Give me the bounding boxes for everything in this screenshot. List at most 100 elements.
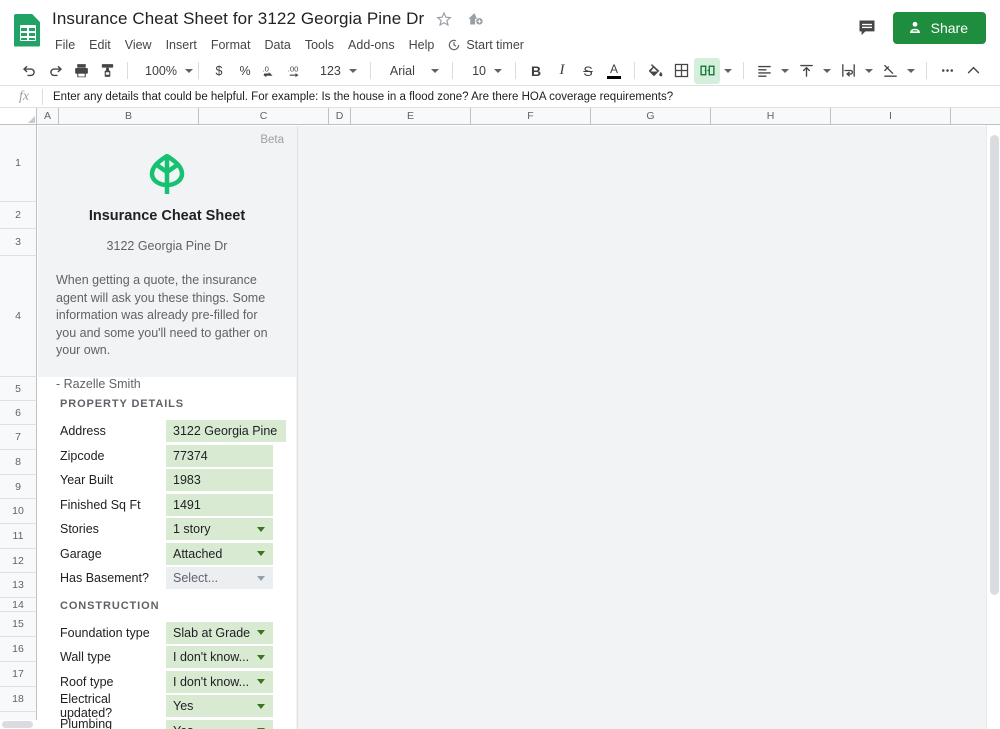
text-rotation-button[interactable]	[877, 58, 903, 84]
row-header-15[interactable]: 15	[0, 612, 37, 637]
fill-color-button[interactable]	[642, 58, 668, 84]
document-title[interactable]: Insurance Cheat Sheet for 3122 Georgia P…	[52, 9, 424, 29]
undo-icon[interactable]	[16, 58, 42, 84]
row-header-13[interactable]: 13	[0, 573, 37, 598]
chevron-down-icon[interactable]	[781, 68, 789, 73]
menu-edit[interactable]: Edit	[82, 36, 118, 54]
field-input[interactable]: 77374	[166, 444, 273, 467]
column-header-j[interactable]: J	[951, 108, 1000, 125]
more-options-button[interactable]	[934, 58, 960, 84]
row-header-8[interactable]: 8	[0, 450, 37, 475]
field-input[interactable]: 1491	[166, 493, 273, 516]
field-value-text: I don't know...	[173, 674, 250, 689]
spreadsheet-grid: ABCDEFGHIJ 12345678910111213141516171819…	[0, 108, 1000, 729]
move-to-drive-icon[interactable]	[464, 8, 486, 30]
menu-tools[interactable]: Tools	[298, 36, 341, 54]
field-select[interactable]: Yes	[166, 719, 273, 729]
menu-format[interactable]: Format	[204, 36, 258, 54]
field-input[interactable]: 3122 Georgia Pine Dr	[166, 420, 286, 443]
row-header-12[interactable]: 12	[0, 549, 37, 573]
chevron-down-icon[interactable]	[865, 68, 873, 73]
column-header-g[interactable]: G	[591, 108, 711, 125]
select-all-button[interactable]	[0, 108, 37, 125]
row-header-11[interactable]: 11	[0, 524, 37, 549]
row-header-7[interactable]: 7	[0, 425, 37, 450]
column-header-c[interactable]: C	[199, 108, 329, 125]
borders-button[interactable]	[668, 58, 694, 84]
row-header-10[interactable]: 10	[0, 499, 37, 524]
column-header-h[interactable]: H	[711, 108, 831, 125]
column-header-f[interactable]: F	[471, 108, 591, 125]
collapse-toolbar-button[interactable]	[960, 58, 986, 84]
menu-view[interactable]: View	[118, 36, 159, 54]
empty-cells-area[interactable]	[297, 126, 1000, 729]
text-wrap-button[interactable]	[835, 58, 861, 84]
field-select[interactable]: I don't know...	[166, 646, 273, 669]
beta-badge: Beta	[260, 134, 284, 146]
vertical-align-button[interactable]	[793, 58, 819, 84]
menu-add-ons[interactable]: Add-ons	[341, 36, 402, 54]
field-select[interactable]: Select...	[166, 567, 273, 590]
vertical-scroll-thumb[interactable]	[990, 135, 999, 595]
column-header-i[interactable]: I	[831, 108, 951, 125]
field-input[interactable]: 1983	[166, 469, 273, 492]
field-select[interactable]: 1 story	[166, 518, 273, 541]
column-header-e[interactable]: E	[351, 108, 471, 125]
row-header-9[interactable]: 9	[0, 475, 37, 499]
horizontal-scrollbar[interactable]	[0, 720, 37, 729]
chevron-down-icon[interactable]	[907, 68, 915, 73]
font-family-selector[interactable]: Arial	[378, 59, 445, 83]
field-select[interactable]: Slab at Grade	[166, 621, 273, 644]
bold-button[interactable]: B	[523, 58, 549, 84]
row-header-5[interactable]: 5	[0, 377, 37, 401]
vertical-scrollbar[interactable]	[986, 125, 1000, 729]
chevron-down-icon[interactable]	[724, 68, 732, 73]
start-timer-button[interactable]: Start timer	[441, 36, 530, 54]
field-select[interactable]: Attached	[166, 542, 273, 565]
row-header-1[interactable]: 1	[0, 125, 37, 202]
star-outline-icon[interactable]	[433, 8, 455, 30]
menu-insert[interactable]: Insert	[159, 36, 204, 54]
chevron-down-icon[interactable]	[823, 68, 831, 73]
row-header-17[interactable]: 17	[0, 662, 37, 687]
column-header-d[interactable]: D	[329, 108, 351, 125]
formula-bar[interactable]: fx Enter any details that could be helpf…	[0, 86, 1000, 108]
menu-help[interactable]: Help	[402, 36, 442, 54]
currency-format-button[interactable]: $	[206, 58, 232, 84]
share-button[interactable]: Share	[892, 12, 986, 44]
row-header-2[interactable]: 2	[0, 202, 37, 229]
increase-decimal-button[interactable]: .00	[284, 58, 310, 84]
menu-file[interactable]: File	[52, 36, 82, 54]
field-select[interactable]: Yes	[166, 695, 273, 718]
italic-button[interactable]: I	[549, 58, 575, 84]
text-color-button[interactable]: A	[601, 58, 627, 84]
row-header-18[interactable]: 18	[0, 687, 37, 712]
print-icon[interactable]	[68, 58, 94, 84]
strikethrough-button[interactable]: S	[575, 58, 601, 84]
redo-icon[interactable]	[42, 58, 68, 84]
formula-input[interactable]: Enter any details that could be helpful.…	[53, 91, 673, 103]
field-value-text: I don't know...	[173, 650, 250, 665]
field-select[interactable]: I don't know...	[166, 670, 273, 693]
percent-format-button[interactable]: %	[232, 58, 258, 84]
sheets-icon[interactable]	[10, 10, 44, 50]
more-formats-selector[interactable]: 123	[310, 59, 363, 83]
paint-format-icon[interactable]	[94, 58, 120, 84]
row-header-16[interactable]: 16	[0, 637, 37, 662]
row-header-6[interactable]: 6	[0, 401, 37, 425]
toolbar: 100% $ % .0 .00 123 Arial 10 B I S A	[0, 56, 1000, 86]
horizontal-align-button[interactable]	[751, 58, 777, 84]
menu-data[interactable]: Data	[257, 36, 297, 54]
merge-cells-button[interactable]	[694, 57, 720, 84]
decrease-decimal-button[interactable]: .0	[258, 58, 284, 84]
horizontal-scroll-thumb[interactable]	[2, 721, 33, 728]
row-header-4[interactable]: 4	[0, 256, 37, 377]
column-header-a[interactable]: A	[37, 108, 59, 125]
column-header-b[interactable]: B	[59, 108, 199, 125]
row-header-3[interactable]: 3	[0, 229, 37, 256]
zoom-selector[interactable]: 100%	[135, 59, 193, 83]
comment-icon[interactable]	[857, 18, 877, 38]
increase-decimal-icon: .00	[288, 64, 299, 78]
row-header-14[interactable]: 14	[0, 598, 37, 612]
font-size-selector[interactable]: 10	[460, 59, 508, 83]
